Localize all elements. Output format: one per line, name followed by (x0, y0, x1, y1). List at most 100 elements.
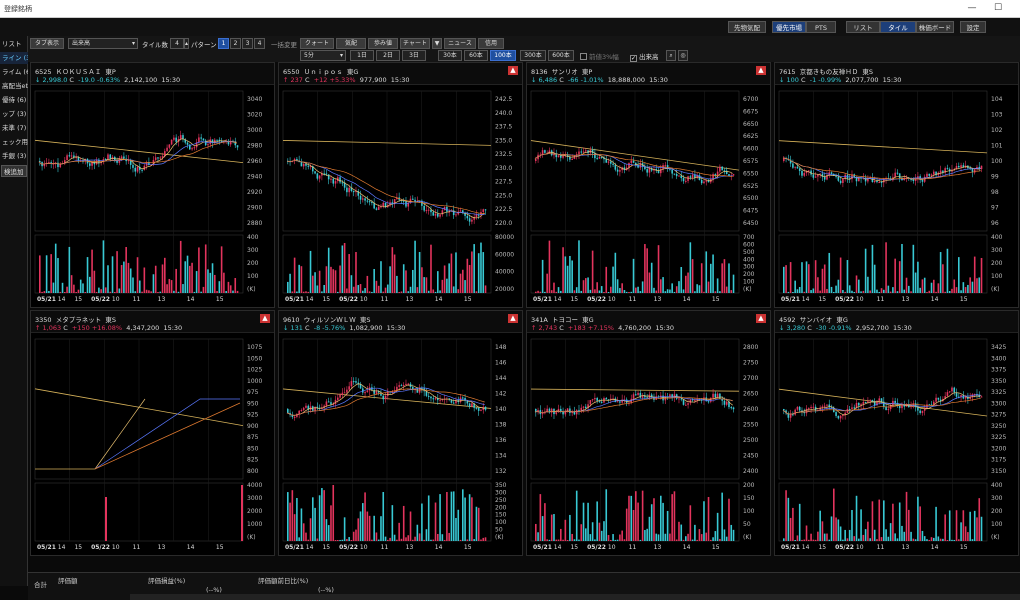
sidebar-item-bank[interactable]: 手銀 (3) (0, 150, 28, 162)
x-tick-label: 10 (608, 296, 616, 303)
volume-bar (105, 497, 107, 541)
opt-prev-range[interactable]: 前値3%幅 (580, 51, 619, 61)
volume-bar (885, 242, 887, 293)
alert-icon[interactable]: ▲ (260, 314, 270, 323)
chart-tile-8136[interactable]: 8136 サンリオ 東P ↓ 6,486 C -66 -1.01% 18,888… (526, 62, 771, 308)
volume-bar (798, 503, 801, 541)
chart-tile-341A[interactable]: 341A トヨコー 東G ↑ 2,743 C +183 +7.15% 4,760… (526, 310, 771, 556)
volume-bar (978, 498, 981, 541)
alert-icon[interactable]: ▲ (508, 314, 518, 323)
interval-dropdown[interactable]: 5分 ▾ (300, 50, 346, 61)
futures-quote-button[interactable]: 先物気配 (728, 21, 766, 33)
settings-button[interactable]: 設定 (960, 21, 986, 33)
tile-view-button[interactable]: タイル (880, 21, 916, 33)
volume-bar (439, 290, 441, 293)
pattern-1[interactable]: 1 (218, 38, 229, 49)
depth-button[interactable]: 気配 (336, 38, 366, 49)
volume-bar (573, 539, 576, 541)
y-tick-label: 132 (495, 468, 507, 475)
pattern-3[interactable]: 3 (242, 38, 253, 49)
chart-tile-4592[interactable]: 4592 サンバイオ 東G ↓ 3,280 C -30 -0.91% 2,952… (774, 310, 1019, 556)
chart-tile-6525[interactable]: 6525 ＫＯＫＵＳＡＩ 東P ↓ 2,998.0 C -19.0 -0.63%… (30, 62, 275, 308)
chart-menu-button[interactable]: ▼ (432, 38, 442, 49)
volume-bar (976, 517, 978, 541)
sidebar-item-unlisted[interactable]: 未準 (7) (0, 122, 28, 134)
candle-body (600, 156, 603, 158)
range-1d[interactable]: 1日 (350, 50, 374, 61)
ticks-button[interactable]: 歩み値 (368, 38, 398, 49)
chart-tile-3350[interactable]: 3350 メタプラネット 東S ↑ 1,063 C +150 +16.08% 4… (30, 310, 275, 556)
zoom-icon[interactable]: ⌕ (666, 50, 676, 61)
pattern-4[interactable]: 4 (254, 38, 265, 49)
chart-tile-7615[interactable]: 7615 京都きもの友禅ＨＤ 東S ↓ 100 C -1 -0.99% 2,07… (774, 62, 1019, 308)
range-300[interactable]: 300本 (520, 50, 546, 61)
sidebar-item-dividend[interactable]: 高配当etf (0, 80, 28, 92)
window-title: 登録銘柄 (4, 5, 32, 13)
candle-body (605, 159, 608, 163)
alert-icon[interactable]: ▲ (756, 66, 766, 75)
chart-tile-6550[interactable]: 6550 Ｕｎｉｐｏｓ 東G ↑ 237 C +12 +5.33% 977,90… (278, 62, 523, 308)
candle-body (596, 158, 598, 160)
minimize-button[interactable]: — (962, 2, 982, 14)
volume-bar (655, 533, 658, 541)
pattern-2[interactable]: 2 (230, 38, 241, 49)
opt-volume[interactable]: ✓ 出来高 (630, 51, 659, 62)
candle-body (637, 392, 639, 395)
board-view-button[interactable]: 株価ボード (916, 21, 954, 33)
volume-bar (114, 291, 116, 293)
volume-bar (389, 537, 391, 541)
y-tick-label: 3350 (991, 378, 1006, 385)
chart-tile-9610[interactable]: 9610 ウィルソンＷＬＷ 東S ↓ 131 C -8 -5.76% 1,082… (278, 310, 523, 556)
alert-icon[interactable]: ▲ (508, 66, 518, 75)
volume-bar (425, 277, 428, 293)
y-tick-label: 2750 (743, 360, 758, 367)
volume-bar (951, 539, 953, 541)
sidebar-item-yutai[interactable]: 優待 (6) (0, 94, 28, 106)
pts-button[interactable]: PTS (806, 21, 836, 33)
quote-button[interactable]: クォート (300, 38, 334, 49)
volume-bar (719, 291, 721, 293)
credit-button[interactable]: 信用 (478, 38, 504, 49)
price-change-pct: -0.63% (97, 76, 121, 84)
moving-average-short (534, 151, 733, 182)
tiles-stepper[interactable]: ▴ (184, 38, 189, 49)
range-60[interactable]: 60本 (464, 50, 488, 61)
list-view-button[interactable]: リスト (846, 21, 880, 33)
sidebar-item-prime[interactable]: ライム (6) (0, 66, 28, 78)
priority-market-button[interactable]: 優先市場 (772, 21, 806, 33)
range-100[interactable]: 100本 (490, 50, 516, 61)
volume-tick-label: 300 (991, 247, 1003, 254)
close-flag: C (63, 324, 68, 332)
volume-bar (867, 276, 869, 293)
x-tick-label: 10 (360, 544, 368, 551)
range-600[interactable]: 600本 (548, 50, 574, 61)
volume-bar (539, 291, 542, 293)
sidebar-item-main[interactable]: ライン (32) (0, 52, 28, 64)
add-list-button[interactable]: 検追加 (1, 165, 27, 177)
range-3d[interactable]: 3日 (402, 50, 426, 61)
candle-body (703, 181, 705, 184)
reset-icon[interactable]: ◎ (678, 50, 688, 61)
range-2d[interactable]: 2日 (376, 50, 400, 61)
tab-display-button[interactable]: タブ表示 (30, 38, 64, 49)
volume-bar (662, 502, 664, 541)
volume-bar (446, 278, 448, 293)
volume-bar (723, 259, 726, 293)
sidebar-item-list[interactable]: リスト (0, 38, 28, 50)
sidebar-item-top[interactable]: ップ (3) (0, 108, 28, 120)
alert-icon[interactable]: ▲ (756, 314, 766, 323)
tiles-count-input[interactable]: 4 (170, 38, 184, 49)
volume-bar (546, 273, 548, 293)
volume-bar (837, 279, 840, 293)
indicator-dropdown[interactable]: 出来高 ▾ (68, 38, 138, 49)
chart-button[interactable]: チャート (400, 38, 430, 49)
volume-bar (942, 264, 944, 293)
sidebar-item-check[interactable]: ェック用 ( (0, 136, 28, 148)
news-button[interactable]: ニュース (444, 38, 476, 49)
volume-bar (107, 265, 109, 293)
volume-bar (482, 252, 485, 293)
x-tick-label: 14 (187, 544, 195, 551)
maximize-button[interactable]: ☐ (988, 2, 1008, 14)
volume-bar (810, 533, 812, 541)
range-30[interactable]: 30本 (438, 50, 462, 61)
